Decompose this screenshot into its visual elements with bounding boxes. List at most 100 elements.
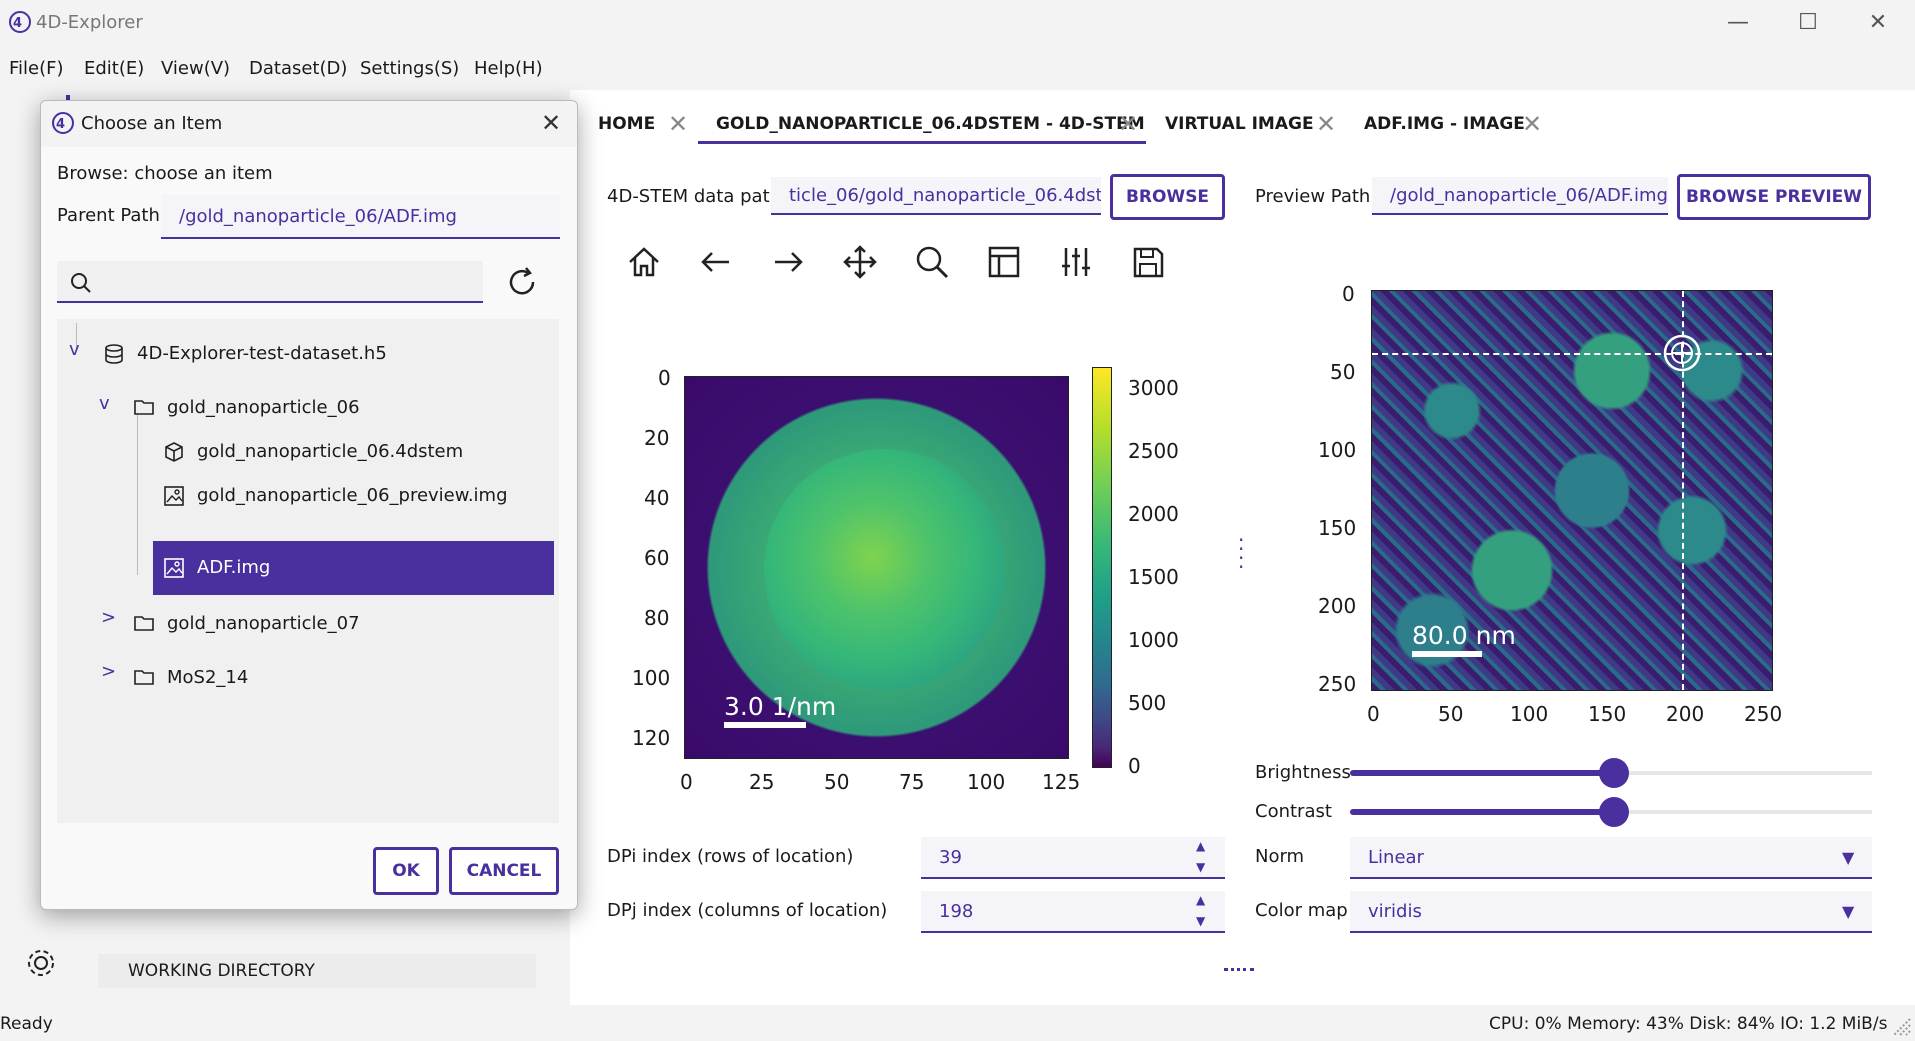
maximize-button[interactable]: ☐	[1778, 6, 1838, 40]
colorbar-tick-1000: 1000	[1128, 628, 1179, 652]
tree-item-preview-img[interactable]: gold_nanoparticle_06_preview.img	[197, 485, 508, 506]
prev-ytick-1: 50	[1330, 360, 1356, 384]
menu-settings[interactable]: Settings(S)	[360, 58, 459, 79]
tab-adf-image[interactable]: ADF.IMG - IMAGE	[1364, 114, 1525, 134]
colorbar-tick-500: 500	[1128, 691, 1167, 715]
folder-icon	[133, 667, 155, 687]
tab-4dstem[interactable]: GOLD_NANOPARTICLE_06.4DSTEM - 4D-STEM	[716, 114, 1145, 134]
menu-dataset[interactable]: Dataset(D)	[249, 58, 347, 79]
svg-text:4: 4	[56, 117, 65, 132]
tree-expand-root-icon[interactable]: v	[69, 339, 80, 360]
prev-ytick-4: 200	[1318, 594, 1357, 618]
crosshair-target-icon[interactable]	[1662, 333, 1702, 373]
prev-ytick-3: 150	[1318, 516, 1357, 540]
colorbar-tick-3000: 3000	[1128, 376, 1179, 400]
back-arrow-icon[interactable]	[698, 244, 734, 280]
parent-path-label: Parent Path	[57, 205, 160, 226]
minimize-button[interactable]: —	[1708, 6, 1768, 40]
data-path-label: 4D-STEM data path	[607, 186, 782, 207]
dpj-index-label: DPj index (columns of location)	[607, 900, 888, 921]
home-icon[interactable]	[626, 244, 662, 280]
tree-item-mos2-14[interactable]: MoS2_14	[167, 667, 248, 688]
resize-grip-icon[interactable]	[1890, 1015, 1912, 1037]
prev-xtick-0: 0	[1367, 702, 1380, 726]
norm-select[interactable]: Linear	[1350, 837, 1872, 879]
subplots-icon[interactable]	[986, 244, 1022, 280]
diff-xtick-0: 0	[680, 770, 693, 794]
save-icon[interactable]	[1130, 244, 1166, 280]
tab-home-close-icon[interactable]: ✕	[668, 110, 688, 138]
pan-icon[interactable]	[842, 244, 878, 280]
folder-icon	[133, 397, 155, 417]
tree-expand-folder3-icon[interactable]: >	[101, 661, 116, 682]
brightness-slider-knob[interactable]	[1599, 758, 1629, 788]
preview-image[interactable]: 80.0 nm	[1371, 290, 1773, 691]
prev-xtick-4: 200	[1666, 702, 1705, 726]
tree-expand-folder2-icon[interactable]: >	[101, 607, 116, 628]
settings-gear-icon[interactable]	[24, 946, 58, 980]
tree-expand-folder1-icon[interactable]: v	[99, 393, 110, 414]
colorbar-tick-2500: 2500	[1128, 439, 1179, 463]
diff-scalebar	[724, 722, 806, 728]
tree-item-gold-np-06[interactable]: gold_nanoparticle_06	[167, 397, 360, 418]
menu-help[interactable]: Help(H)	[474, 58, 543, 79]
dialog-cancel-button[interactable]: CANCEL	[449, 847, 559, 895]
forward-arrow-icon[interactable]	[770, 244, 806, 280]
tree-item-root[interactable]: 4D-Explorer-test-dataset.h5	[137, 343, 387, 364]
diff-xtick-5: 125	[1042, 770, 1081, 794]
database-icon	[103, 343, 125, 365]
diff-ytick-6: 120	[632, 726, 671, 750]
choose-item-dialog: 4 Choose an Item ✕ Browse: choose an ite…	[40, 100, 578, 910]
svg-text:4: 4	[13, 16, 22, 31]
tab-virtual-image[interactable]: VIRTUAL IMAGE	[1165, 114, 1314, 134]
dpi-stepper-icon[interactable]: ▲ ▼	[1196, 836, 1205, 878]
dpi-index-spinbox[interactable]: 39	[921, 837, 1225, 879]
menu-view[interactable]: View(V)	[161, 58, 230, 79]
menu-edit[interactable]: Edit(E)	[84, 58, 144, 79]
tab-4dstem-close-icon[interactable]: ✕	[1118, 110, 1138, 138]
close-window-button[interactable]: ✕	[1848, 6, 1908, 40]
norm-dropdown-icon[interactable]: ▼	[1842, 848, 1854, 867]
colormap-dropdown-icon[interactable]: ▼	[1842, 902, 1854, 921]
dialog-title: Choose an Item	[81, 113, 223, 134]
search-input[interactable]	[57, 261, 483, 303]
diff-xtick-2: 50	[824, 770, 850, 794]
adjust-icon[interactable]	[1058, 244, 1094, 280]
menu-file[interactable]: File(F)	[9, 58, 64, 79]
dpj-index-spinbox[interactable]: 198	[921, 891, 1225, 933]
vertical-splitter-handle[interactable]: · · · ·	[1238, 530, 1244, 577]
brightness-slider-fill	[1350, 770, 1614, 776]
tab-virtual-image-close-icon[interactable]: ✕	[1316, 110, 1336, 138]
tree-guide	[137, 413, 138, 575]
colormap-label: Color map	[1255, 900, 1348, 921]
window-title: 4D-Explorer	[36, 12, 143, 33]
refresh-icon[interactable]	[505, 265, 539, 299]
dpj-stepper-icon[interactable]: ▲ ▼	[1196, 890, 1205, 932]
active-tab-underline	[698, 141, 1146, 144]
brightness-label: Brightness	[1255, 762, 1351, 783]
diff-ytick-4: 80	[644, 606, 670, 630]
tree-item-gold-np-07[interactable]: gold_nanoparticle_07	[167, 613, 360, 634]
colorbar-tick-0: 0	[1128, 754, 1141, 778]
parent-path-field[interactable]: /gold_nanoparticle_06/ADF.img	[161, 195, 560, 239]
contrast-slider-fill	[1350, 809, 1614, 815]
preview-path-field[interactable]: /gold_nanoparticle_06/ADF.img	[1372, 177, 1668, 215]
tree-item-4dstem[interactable]: gold_nanoparticle_06.4dstem	[197, 441, 463, 462]
browse-button[interactable]: BROWSE	[1110, 174, 1225, 220]
dialog-ok-button[interactable]: OK	[373, 847, 439, 895]
tab-adf-image-close-icon[interactable]: ✕	[1522, 110, 1542, 138]
tree-item-adf-img[interactable]: ADF.img	[197, 557, 270, 578]
search-icon	[69, 271, 93, 295]
diff-xtick-1: 25	[749, 770, 775, 794]
dialog-close-icon[interactable]: ✕	[541, 109, 561, 137]
browse-preview-button[interactable]: BROWSE PREVIEW	[1677, 174, 1871, 220]
horizontal-splitter-handle[interactable]	[1224, 968, 1254, 979]
tab-home[interactable]: HOME	[598, 114, 655, 134]
data-path-field[interactable]: ticle_06/gold_nanoparticle_06.4dstem	[771, 177, 1101, 215]
zoom-icon[interactable]	[914, 244, 950, 280]
title-bar	[0, 0, 1915, 46]
dialog-logo-icon: 4	[51, 111, 75, 135]
contrast-slider-knob[interactable]	[1599, 797, 1629, 827]
colormap-select[interactable]: viridis	[1350, 891, 1872, 933]
colorbar-tick-2000: 2000	[1128, 502, 1179, 526]
